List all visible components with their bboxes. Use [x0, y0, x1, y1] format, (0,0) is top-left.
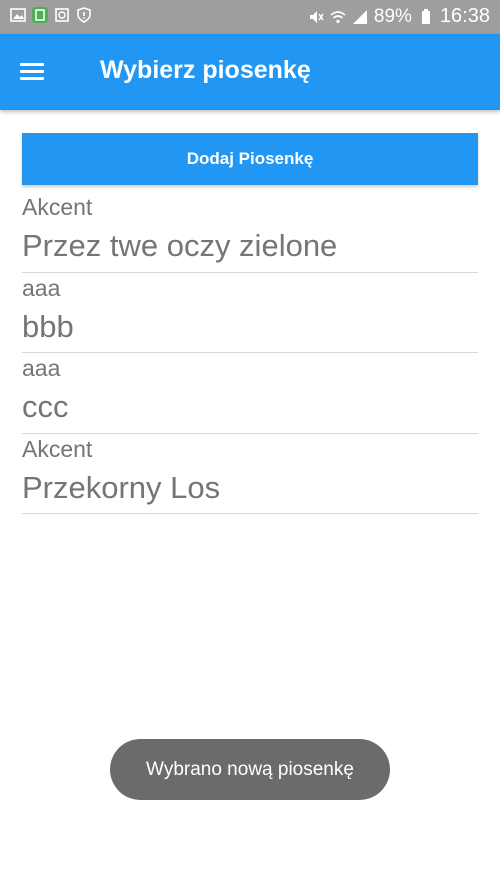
app-bar: Wybierz piosenkę: [0, 34, 500, 110]
song-artist: Akcent: [22, 194, 93, 220]
mute-icon: [309, 10, 324, 23]
list-item[interactable]: Akcent Przez twe oczy zielone: [22, 192, 478, 273]
list-item[interactable]: aaa ccc: [22, 353, 478, 434]
battery-percentage: 89%: [373, 5, 412, 27]
hamburger-menu-icon[interactable]: [16, 56, 48, 88]
list-item[interactable]: Akcent Przekorny Los: [22, 434, 478, 514]
song-title: Przez twe oczy zielone: [22, 228, 338, 263]
song-artist: Akcent: [22, 435, 93, 462]
signal-icon: [352, 9, 367, 24]
status-time: 16:38: [439, 5, 490, 27]
battery-icon: [421, 8, 430, 24]
status-left-icons: [10, 7, 92, 23]
wifi-icon: [330, 10, 346, 23]
status-bar: 89% 16:38: [0, 0, 500, 34]
song-artist: aaa: [22, 274, 61, 301]
recycle-icon: [55, 8, 69, 22]
song-title: bbb: [22, 308, 74, 344]
song-list: Akcent Przez twe oczy zielone aaa bbb aa…: [22, 192, 478, 514]
image-icon: [10, 8, 26, 22]
song-title: ccc: [22, 389, 69, 424]
toast-message: Wybrano nową piosenkę: [110, 739, 390, 800]
status-right-area: 89% 16:38: [308, 5, 490, 28]
add-song-button[interactable]: Dodaj Piosenkę: [22, 133, 478, 185]
list-item[interactable]: aaa bbb: [22, 273, 478, 353]
song-title: Przekorny Los: [22, 469, 221, 505]
shield-icon: [77, 7, 91, 23]
page-title: Wybierz piosenkę: [100, 56, 311, 84]
android-debug-icon: [32, 7, 48, 23]
song-artist: aaa: [22, 355, 61, 381]
